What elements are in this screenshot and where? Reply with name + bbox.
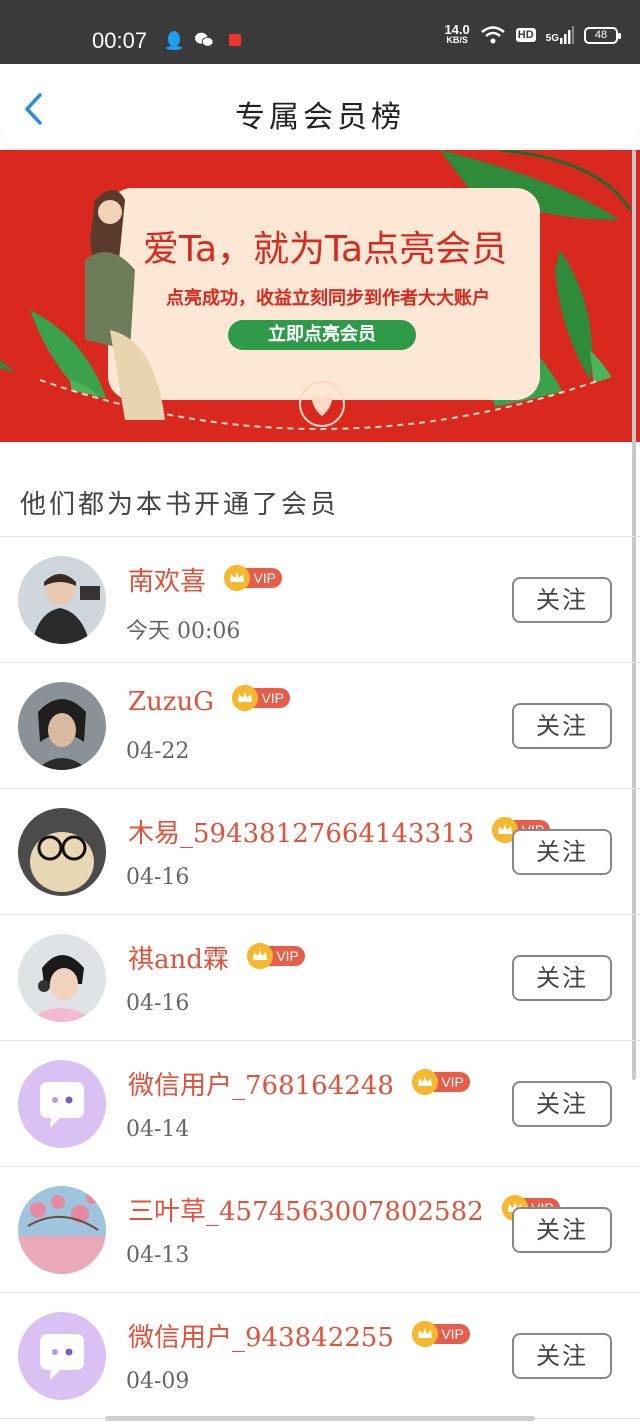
avatar[interactable] bbox=[18, 808, 106, 896]
avatar[interactable] bbox=[18, 1186, 106, 1274]
follow-button[interactable]: 关注 bbox=[512, 829, 612, 875]
avatar[interactable] bbox=[18, 1060, 106, 1148]
promo-banner[interactable]: 爱Ta，就为Ta点亮会员 点亮成功，收益立刻同步到作者大大账户 立即点亮会员 bbox=[0, 150, 640, 442]
member-date: 04-13 bbox=[126, 1243, 190, 1268]
banner-headline: 爱Ta，就为Ta点亮会员 bbox=[142, 229, 508, 270]
member-date: 04-16 bbox=[126, 865, 190, 890]
crown-icon bbox=[411, 1069, 438, 1095]
member-date: 04-22 bbox=[126, 739, 190, 764]
page-title: 专属会员榜 bbox=[235, 100, 405, 135]
list-item[interactable]: 南欢喜 VIP 今天 00:06 关注 bbox=[0, 537, 640, 663]
list-item[interactable]: ZuzuG VIP 04-22 关注 bbox=[0, 663, 640, 789]
member-name-row: 南欢喜 VIP bbox=[128, 561, 283, 598]
member-date: 04-09 bbox=[126, 1369, 190, 1394]
status-bar: 00:07 14.0 KB/S HD 5G 48 bbox=[0, 0, 640, 64]
status-right-cluster: 14.0 KB/S HD 5G 48 bbox=[444, 22, 621, 46]
member-name-row: 三叶草_4574563007802582VIP bbox=[128, 1191, 560, 1228]
signal-5g-label: 5G bbox=[545, 33, 559, 44]
default-avatar-icon bbox=[18, 1312, 106, 1400]
app-notification-icon bbox=[229, 34, 241, 46]
hd-badge: HD bbox=[515, 28, 536, 42]
status-time: 00:07 bbox=[92, 28, 148, 53]
member-date: 今天 00:06 bbox=[126, 619, 241, 644]
activate-vip-button[interactable]: 立即点亮会员 bbox=[228, 320, 416, 350]
banner-girl-illustration bbox=[85, 190, 165, 420]
member-name: 木易_5943812766414331​3 bbox=[128, 819, 475, 849]
vip-badge: VIP bbox=[411, 1321, 470, 1347]
crown-icon bbox=[232, 685, 259, 711]
member-name-row: 微信用户_943842255 VIP bbox=[128, 1317, 470, 1354]
follow-button[interactable]: 关注 bbox=[512, 1207, 612, 1253]
crown-icon bbox=[224, 565, 251, 591]
member-name-row: 木易_5943812766414331​3VIP bbox=[128, 813, 551, 850]
vip-badge: VIP bbox=[232, 685, 291, 711]
follow-button[interactable]: 关注 bbox=[512, 577, 612, 623]
list-item[interactable]: 三叶草_4574563007802582VIP 04-13 关注 bbox=[0, 1167, 640, 1293]
qq-icon bbox=[166, 31, 182, 50]
avatar[interactable] bbox=[18, 556, 106, 644]
list-item[interactable]: 祺and霖 VIP 04-16 关注 bbox=[0, 915, 640, 1041]
member-name: ZuzuG bbox=[128, 687, 215, 717]
section-title: 他们都为本书开通了会员 bbox=[20, 490, 340, 520]
member-list: 南欢喜 VIP 今天 00:06 关注 ZuzuG VIP 04-22 关注 木易_… bbox=[0, 537, 640, 1419]
follow-button[interactable]: 关注 bbox=[512, 955, 612, 1001]
follow-button[interactable]: 关注 bbox=[512, 703, 612, 749]
follow-button[interactable]: 关注 bbox=[512, 1333, 612, 1379]
member-name-row: ZuzuG VIP bbox=[128, 685, 291, 717]
vip-badge: VIP bbox=[224, 565, 283, 591]
member-name: 祺and霖 bbox=[128, 945, 229, 975]
member-name-row: 微信用户_768164248 VIP bbox=[128, 1065, 470, 1102]
avatar[interactable] bbox=[18, 1312, 106, 1400]
member-name: 三叶草_4574563007802582 bbox=[128, 1197, 484, 1227]
avatar[interactable] bbox=[18, 682, 106, 770]
vip-badge: VIP bbox=[411, 1069, 470, 1095]
wifi-icon bbox=[480, 26, 505, 44]
avatar[interactable] bbox=[18, 934, 106, 1022]
follow-button[interactable]: 关注 bbox=[512, 1081, 612, 1127]
member-name: 南欢喜 bbox=[128, 567, 207, 597]
member-name: 微信用户_768164248 bbox=[128, 1071, 394, 1101]
list-item[interactable]: 微信用户_768164248 VIP 04-14 关注 bbox=[0, 1041, 640, 1167]
list-item[interactable]: 微信用户_943842255 VIP 04-09 关注 bbox=[0, 1293, 640, 1419]
net-speed-value: 14.0 bbox=[444, 22, 470, 37]
wechat-icon bbox=[194, 32, 214, 47]
list-item[interactable]: 木易_5943812766414331​3VIP 04-16 关注 bbox=[0, 789, 640, 915]
member-date: 04-16 bbox=[126, 991, 190, 1016]
member-name-row: 祺and霖 VIP bbox=[128, 939, 305, 976]
signal-cluster: 5G bbox=[546, 26, 574, 44]
net-speed: 14.0 KB/S bbox=[444, 22, 470, 46]
default-avatar-icon bbox=[18, 1060, 106, 1148]
page-header: 专属会员榜 bbox=[0, 64, 640, 148]
banner-subtext: 点亮成功，收益立刻同步到作者大大账户 bbox=[166, 288, 490, 309]
home-indicator[interactable] bbox=[105, 1416, 535, 1421]
signal-bars-icon bbox=[560, 26, 574, 44]
battery-indicator: 48 bbox=[584, 26, 621, 44]
vip-badge: VIP bbox=[246, 943, 305, 969]
crown-icon bbox=[411, 1321, 438, 1347]
member-date: 04-14 bbox=[126, 1117, 190, 1142]
net-speed-unit: KB/S bbox=[446, 35, 468, 45]
crown-icon bbox=[246, 943, 273, 969]
member-name: 微信用户_943842255 bbox=[128, 1323, 394, 1353]
